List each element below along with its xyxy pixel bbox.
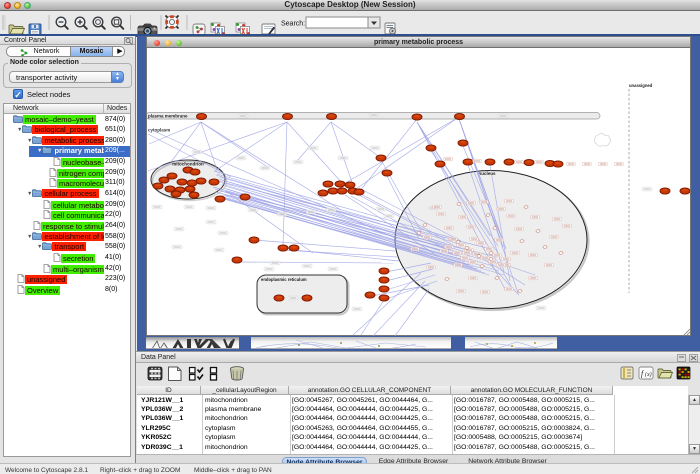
svg-text:(x): (x) [645,371,652,378]
svg-text:nucleus: nucleus [478,171,496,176]
svg-text:unassigned: unassigned [629,83,653,88]
svg-text:mitochondrion: mitochondrion [172,162,204,167]
svg-text:endoplasmic reticulum: endoplasmic reticulum [261,277,307,282]
svg-text:plasma membrane: plasma membrane [148,114,188,119]
svg-text:Search:: Search: [281,21,305,28]
